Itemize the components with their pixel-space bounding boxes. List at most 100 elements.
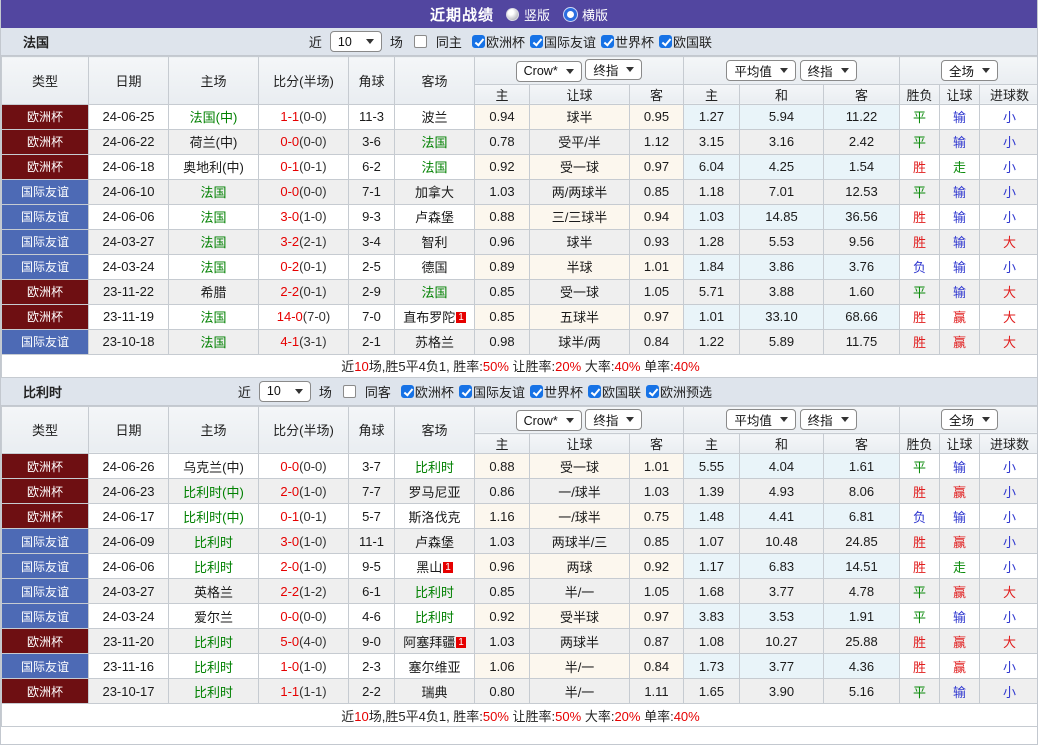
home-team-cell[interactable]: 法国 [168, 228, 259, 255]
away-team-cell[interactable]: 斯洛伐克 [394, 503, 475, 529]
match-count-select[interactable]: 10 [329, 31, 382, 52]
competition-checkbox[interactable] [600, 35, 614, 48]
competition-filter[interactable]: 欧洲杯 [471, 32, 525, 51]
handicap-line: 两球半/三 [529, 528, 630, 554]
home-team-cell[interactable]: 希腊 [168, 278, 259, 305]
scope-select[interactable]: 全场 [941, 409, 999, 431]
away-team-cell[interactable]: 罗马尼亚 [394, 478, 475, 504]
away-team-cell[interactable]: 加拿大 [394, 178, 475, 205]
competition-filter[interactable]: 世界杯 [600, 32, 654, 51]
avg-stage-select[interactable]: 终指 [799, 409, 857, 431]
competition-checkbox-label[interactable]: 欧洲预选 [660, 382, 712, 401]
competition-checkbox[interactable] [471, 35, 485, 48]
competition-checkbox-label[interactable]: 国际友谊 [473, 382, 525, 401]
home-team-cell[interactable]: 法国 [168, 253, 259, 280]
competition-checkbox-label[interactable]: 欧洲杯 [486, 32, 525, 51]
competition-filter[interactable]: 欧国联 [587, 382, 641, 401]
home-team-cell[interactable]: 法国(中) [168, 103, 259, 130]
competition-filter[interactable]: 国际友谊 [529, 32, 596, 51]
competition-checkbox-label[interactable]: 欧国联 [602, 382, 641, 401]
competition-filter[interactable]: 欧洲杯 [400, 382, 454, 401]
home-team-cell[interactable]: 法国 [168, 178, 259, 205]
away-team-cell[interactable]: 法国 [394, 153, 475, 180]
home-team-cell[interactable]: 法国 [168, 303, 259, 330]
result-handicap: 走 [939, 153, 980, 180]
competition-checkbox-label[interactable]: 欧洲杯 [415, 382, 454, 401]
games-label: 场 [389, 35, 403, 50]
competition-filter[interactable]: 国际友谊 [458, 382, 525, 401]
avg-away-odds: 25.88 [823, 628, 900, 654]
average-select[interactable]: 平均值 [726, 59, 796, 81]
scope-select[interactable]: 全场 [941, 59, 999, 81]
vertical-layout-label[interactable]: 竖版 [524, 5, 550, 24]
away-team-cell[interactable]: 波兰 [394, 103, 475, 130]
handicap-odds-away: 0.97 [629, 603, 684, 629]
away-team-cell[interactable]: 阿塞拜疆 1 [394, 628, 475, 654]
away-team-cell[interactable]: 法国 [394, 278, 475, 305]
competition-checkbox-label[interactable]: 世界杯 [615, 32, 654, 51]
match-row: 欧洲杯 24-06-22 荷兰(中) 0-0(0-0) 3-6 法国 0.78 受平/半 1.1… [1, 128, 1037, 155]
competition-filter[interactable]: 世界杯 [529, 382, 583, 401]
home-team-cell[interactable]: 法国 [168, 328, 259, 355]
avg-stage-select[interactable]: 终指 [799, 59, 857, 81]
odds-stage-select[interactable]: 终指 [585, 408, 643, 430]
competition-checkbox[interactable] [529, 384, 543, 398]
home-team-cell[interactable]: 奥地利(中) [168, 153, 259, 180]
vertical-layout-option[interactable]: 竖版 [505, 5, 550, 24]
away-team-cell[interactable]: 比利时 [394, 453, 475, 479]
bookmaker-select[interactable]: Crow* [515, 60, 582, 82]
same-venue-checkbox[interactable] [413, 35, 427, 48]
home-team-cell[interactable]: 比利时(中) [168, 478, 259, 504]
away-team-cell[interactable]: 瑞典 [394, 678, 475, 704]
match-count-select[interactable]: 10 [258, 380, 311, 402]
horizontal-layout-radio[interactable] [564, 7, 577, 21]
away-team-cell[interactable]: 黑山 1 [394, 553, 475, 579]
away-team-cell[interactable]: 卢森堡 [394, 528, 475, 554]
avg-draw-odds: 3.53 [739, 603, 824, 629]
away-team-cell[interactable]: 塞尔维亚 [394, 653, 475, 679]
away-team-cell[interactable]: 苏格兰 [394, 328, 475, 355]
competition-checkbox[interactable] [529, 35, 543, 48]
home-team-cell[interactable]: 比利时 [168, 678, 259, 704]
home-team-cell[interactable]: 英格兰 [168, 578, 259, 604]
horizontal-layout-label[interactable]: 横版 [582, 5, 608, 24]
home-team-cell[interactable]: 法国 [168, 203, 259, 230]
home-team-cell[interactable]: 比利时 [168, 553, 259, 579]
competition-filter[interactable]: 欧国联 [658, 32, 712, 51]
competition-checkbox-label[interactable]: 欧国联 [673, 32, 712, 51]
odds-stage-select[interactable]: 终指 [585, 59, 643, 80]
away-team-cell[interactable]: 卢森堡 [394, 203, 475, 230]
away-team-cell[interactable]: 法国 [394, 128, 475, 155]
home-team-cell[interactable]: 比利时 [168, 528, 259, 554]
page-title: 近期战绩 [429, 6, 494, 24]
home-team-cell[interactable]: 乌克兰(中) [168, 453, 259, 479]
competition-checkbox[interactable] [587, 384, 601, 398]
competition-checkbox[interactable] [400, 384, 414, 398]
score-cell: 0-0(0-0) [258, 453, 349, 479]
away-team-cell[interactable]: 智利 [394, 228, 475, 255]
horizontal-layout-option[interactable]: 横版 [564, 5, 608, 24]
away-team-cell[interactable]: 直布罗陀 1 [394, 303, 475, 330]
competition-checkbox-label[interactable]: 国际友谊 [544, 32, 596, 51]
competition-filter[interactable]: 欧洲预选 [645, 382, 712, 401]
home-team-cell[interactable]: 荷兰(中) [168, 128, 259, 155]
away-team-cell[interactable]: 比利时 [394, 603, 475, 629]
competition-checkbox-label[interactable]: 世界杯 [544, 382, 583, 401]
competition-checkbox[interactable] [645, 384, 659, 398]
handicap-odds-away: 0.97 [629, 303, 684, 330]
home-team-cell[interactable]: 比利时 [168, 628, 259, 654]
home-team-cell[interactable]: 爱尔兰 [168, 603, 259, 629]
competition-checkbox[interactable] [658, 35, 672, 48]
away-team-cell[interactable]: 德国 [394, 253, 475, 280]
same-venue-label[interactable]: 同主 [436, 32, 462, 51]
away-team-cell[interactable]: 比利时 [394, 578, 475, 604]
home-team-cell[interactable]: 比利时(中) [168, 503, 259, 529]
same-venue-label[interactable]: 同客 [365, 382, 391, 401]
home-team-cell[interactable]: 比利时 [168, 653, 259, 679]
bookmaker-select[interactable]: Crow* [515, 410, 582, 431]
result-goals: 大 [978, 228, 1037, 255]
vertical-layout-radio[interactable] [505, 7, 519, 21]
competition-checkbox[interactable] [458, 384, 472, 398]
same-venue-checkbox[interactable] [342, 384, 356, 398]
average-select[interactable]: 平均值 [726, 409, 796, 431]
